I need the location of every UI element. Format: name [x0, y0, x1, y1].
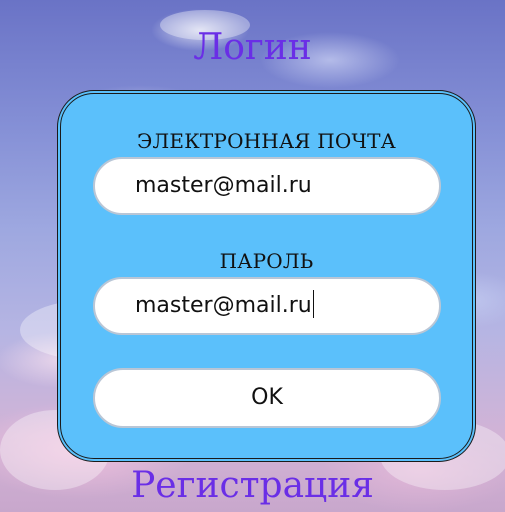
text-caret: [312, 290, 314, 318]
ok-button[interactable]: OK: [93, 368, 441, 428]
password-value: master@mail.ru: [135, 293, 312, 318]
register-link[interactable]: Регистрация: [0, 464, 505, 508]
login-panel: ЭЛЕКТРОННАЯ ПОЧТА master@mail.ru ПАРОЛЬ …: [60, 93, 473, 459]
page-title: Логин: [193, 27, 312, 68]
email-value: master@mail.ru: [135, 173, 312, 198]
email-field[interactable]: master@mail.ru: [93, 157, 441, 215]
password-field[interactable]: master@mail.ru: [93, 277, 441, 335]
password-label: ПАРОЛЬ: [219, 249, 314, 273]
email-label: ЭЛЕКТРОННАЯ ПОЧТА: [137, 129, 396, 153]
